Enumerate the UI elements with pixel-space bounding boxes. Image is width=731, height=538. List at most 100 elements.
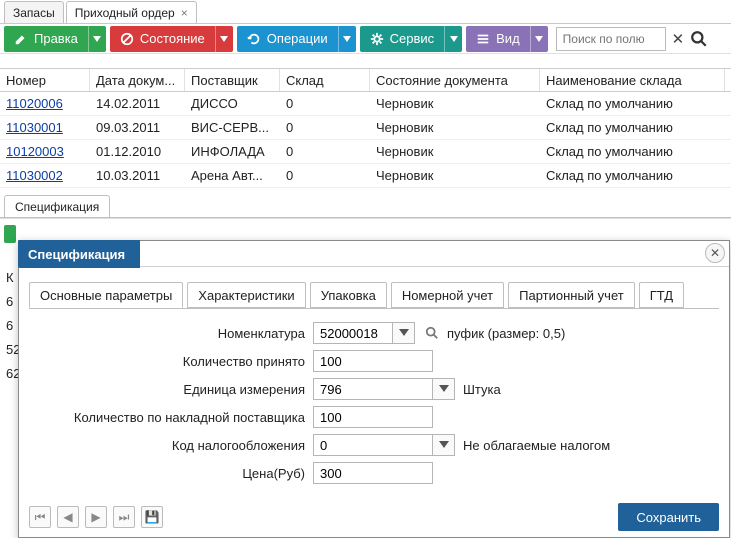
spec-tabstrip: Спецификация (0, 194, 731, 218)
table-row[interactable]: 1102000614.02.2011ДИССО0ЧерновикСклад по… (0, 92, 731, 116)
close-icon[interactable]: ✕ (705, 243, 725, 263)
tab-serial[interactable]: Номерной учет (391, 282, 504, 308)
tax-input[interactable] (313, 434, 433, 456)
cell-wh: 0 (280, 168, 370, 183)
pencil-icon (14, 32, 28, 46)
label-tax: Код налогообложения (33, 438, 313, 453)
uom-desc: Штука (463, 382, 501, 397)
cell-whname: Склад по умолчанию (540, 144, 725, 159)
cell-whname: Склад по умолчанию (540, 120, 725, 135)
cell-date: 01.12.2010 (90, 144, 185, 159)
search-input[interactable] (556, 27, 666, 51)
tab-characteristics[interactable]: Характеристики (187, 282, 305, 308)
footer-icons: ⏮ ◀ ▶ ⏭ 💾 (29, 506, 163, 528)
nomenclature-input[interactable] (313, 322, 393, 344)
col-wh[interactable]: Склад (280, 69, 370, 91)
forbidden-icon (120, 32, 134, 46)
view-button[interactable]: Вид (466, 26, 548, 52)
clear-search-icon[interactable]: ✕ (672, 30, 685, 48)
tab-gtd[interactable]: ГТД (639, 282, 684, 308)
cell-supplier: Арена Авт... (185, 168, 280, 183)
tab-stocks[interactable]: Запасы (4, 1, 64, 23)
order-link[interactable]: 11030001 (6, 120, 63, 135)
label-qty: Количество принято (33, 354, 313, 369)
edit-button-small[interactable] (4, 225, 16, 243)
cell-supplier: ВИС-СЕРВ... (185, 120, 280, 135)
table-row[interactable]: 11030001 09.03.2011ВИС-СЕРВ...0ЧерновикСк… (0, 116, 731, 140)
cell-state: Черновик (370, 120, 540, 135)
cell-wh: 0 (280, 144, 370, 159)
dropdown-icon[interactable] (215, 26, 233, 52)
last-page-icon[interactable]: ⏭ (113, 506, 135, 528)
col-state[interactable]: Состояние документа (370, 69, 540, 91)
search-icon[interactable] (423, 324, 441, 342)
dialog-form: Номенклатура пуфик (размер: 0,5) Количес… (19, 309, 729, 491)
refresh-icon (247, 32, 261, 46)
tab-incoming-order[interactable]: Приходный ордер × (66, 1, 197, 23)
dialog-tabs: Основные параметры Характеристики Упаков… (29, 282, 719, 309)
nomenclature-desc: пуфик (размер: 0,5) (447, 326, 565, 341)
cell-date: 09.03.2011 (90, 120, 185, 135)
price-input[interactable] (313, 462, 433, 484)
order-link[interactable]: 10120003 (6, 144, 64, 159)
tab-specification[interactable]: Спецификация (4, 195, 110, 217)
col-whname[interactable]: Наименование склада (540, 69, 725, 91)
orders-grid: Номер Дата докум... Поставщик Склад Сост… (0, 68, 731, 188)
service-button[interactable]: Сервис (360, 26, 463, 52)
save-button[interactable]: Сохранить (618, 503, 719, 531)
table-row[interactable]: 10120003 01.12.2010ИНФОЛАДА0ЧерновикСклад… (0, 140, 731, 164)
list-icon (476, 32, 490, 46)
prev-page-icon[interactable]: ◀ (57, 506, 79, 528)
button-label: Сервис (390, 31, 435, 46)
dropdown-icon[interactable] (88, 26, 106, 52)
label-uom: Единица измерения (33, 382, 313, 397)
cell-state: Черновик (370, 144, 540, 159)
cell-whname: Склад по умолчанию (540, 96, 725, 111)
col-spacer (725, 69, 731, 91)
first-page-icon[interactable]: ⏮ (29, 506, 51, 528)
cell-supplier: ИНФОЛАДА (185, 144, 280, 159)
tax-desc: Не облагаемые налогом (463, 438, 610, 453)
col-date[interactable]: Дата докум... (90, 69, 185, 91)
cell-state: Черновик (370, 96, 540, 111)
col-number[interactable]: Номер (0, 69, 90, 91)
save-disk-icon[interactable]: 💾 (141, 506, 163, 528)
tab-label: Приходный ордер (75, 6, 175, 20)
order-link[interactable]: 11020006 (6, 96, 63, 111)
search-icon[interactable] (690, 30, 708, 48)
dropdown-icon[interactable] (444, 26, 462, 52)
order-link[interactable]: 11030002 (6, 168, 63, 183)
cell-date: 10.03.2011 (90, 168, 185, 183)
tab-packaging[interactable]: Упаковка (310, 282, 387, 308)
qty-input[interactable] (313, 350, 433, 372)
table-row[interactable]: 1103000210.03.2011Арена Авт...0ЧерновикС… (0, 164, 731, 188)
grid-header: Номер Дата докум... Поставщик Склад Сост… (0, 68, 731, 92)
cell-date: 14.02.2011 (90, 96, 185, 111)
cell-supplier: ДИССО (185, 96, 280, 111)
dropdown-icon[interactable] (530, 26, 548, 52)
state-button[interactable]: Состояние (110, 26, 233, 52)
col-supplier[interactable]: Поставщик (185, 69, 280, 91)
chevron-down-icon[interactable] (433, 378, 455, 400)
dropdown-icon[interactable] (338, 26, 356, 52)
button-label: Операции (267, 31, 328, 46)
supqty-input[interactable] (313, 406, 433, 428)
chevron-down-icon[interactable] (433, 434, 455, 456)
button-label: Правка (34, 31, 78, 46)
close-icon[interactable]: × (181, 6, 188, 20)
tab-label: Запасы (13, 6, 55, 20)
cell-wh: 0 (280, 120, 370, 135)
next-page-icon[interactable]: ▶ (85, 506, 107, 528)
operations-button[interactable]: Операции (237, 26, 356, 52)
window-tabstrip: Запасы Приходный ордер × (0, 0, 731, 24)
edit-button[interactable]: Правка (4, 26, 106, 52)
button-label: Состояние (140, 31, 205, 46)
uom-input[interactable] (313, 378, 433, 400)
chevron-down-icon[interactable] (393, 322, 415, 344)
tab-batch[interactable]: Партионный учет (508, 282, 635, 308)
label-price: Цена(Руб) (33, 466, 313, 481)
tab-main-params[interactable]: Основные параметры (29, 282, 183, 308)
label-supqty: Количество по накладной поставщика (33, 410, 313, 425)
specification-dialog: Спецификация ✕ Основные параметры Характ… (18, 240, 730, 538)
button-label: Вид (496, 31, 520, 46)
